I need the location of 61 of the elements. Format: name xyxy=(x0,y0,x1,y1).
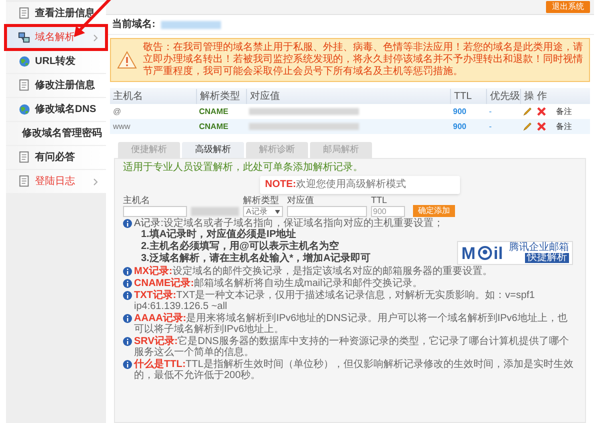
document-icon xyxy=(18,79,31,92)
host-input[interactable] xyxy=(123,206,187,217)
tab[interactable]: 高级解析 xyxy=(182,142,244,158)
note-link[interactable]: 备注 xyxy=(556,106,572,118)
warning-text: 敬告：在我司管理的域名禁止用于私服、外挂、病毒、色情等非法应用！若您的域名是此类用途，请立即办理域名转出！若被我司监控系统发现的，将永久封停该域名并不予办理转出和退款！同时视情节严重程度，我司可能会采取停止会员号下所有域名及主机等惩罚措施。 xyxy=(143,42,583,78)
step-text: 2.主机名必须填写，用@可以表示主机名为空 xyxy=(141,241,340,252)
note-label: NOTE: xyxy=(265,179,296,190)
tip-text: TXT记录:TXT是一种文本记录，仅用于描述域名记录信息，对解析无实质影响。如：v=spf1 ip4:61.139.126.5 ~all xyxy=(134,290,536,312)
delete-icon[interactable] xyxy=(537,107,546,116)
warning-icon xyxy=(117,51,137,69)
tip-text: CNAME记录:邮箱域名解析将自动生成mail记录和邮件交换记录。 xyxy=(134,278,422,289)
network-icon xyxy=(18,31,31,44)
info-icon xyxy=(123,337,132,346)
table-cell-text: www xyxy=(112,120,132,132)
table-cell-text: @ xyxy=(112,106,122,118)
sidebar-item[interactable]: 登陆日志 xyxy=(6,170,106,193)
info-icon xyxy=(123,279,132,288)
tip-text: AAAA记录:是用来将域名解析到IPv6地址的DNS记录。用户可以将一个域名解析到IPv6地址上，也可以将子域名解析到IPv6地址上。 xyxy=(134,313,568,335)
field-label: TTL xyxy=(371,195,388,206)
info-icon xyxy=(123,360,132,369)
column-header: 主机名 xyxy=(112,90,144,104)
note-link[interactable]: 备注 xyxy=(556,120,572,132)
table-cell-text: CNAME xyxy=(198,120,230,132)
info-icon xyxy=(123,314,132,323)
intro-text: 适用于专业人员设置解析，此处可单条添加解析记录。 xyxy=(123,162,364,174)
table-cell-text: CNAME xyxy=(198,106,230,118)
tip-text: 什么是TTL:TTL是指解析生效时间（单位秒），但仅影响解析记录修改的生效时间，添加是实时生效的，最低不允许低于200秒。 xyxy=(134,359,574,381)
info-icon xyxy=(123,267,132,276)
type-select[interactable]: A记录 xyxy=(243,206,283,217)
tip-text: MX记录:设定域名的邮件交换记录，是指定该域名对应的邮箱服务器的重要设置。 xyxy=(134,266,492,277)
document-icon xyxy=(18,175,31,188)
info-icon xyxy=(123,219,132,228)
blurred-suffix xyxy=(191,207,239,216)
document-icon xyxy=(18,151,31,164)
step-text: 3.泛域名解析，请在主机名处输入*，增加A记录即可 xyxy=(141,253,370,265)
table-cell-text: - xyxy=(488,120,493,132)
domain-label: 当前域名: xyxy=(112,18,156,32)
field-label: 主机名 xyxy=(123,195,151,206)
field-label: 对应值 xyxy=(287,195,315,206)
document-icon xyxy=(18,7,31,20)
dropdown-caret-icon xyxy=(275,210,280,214)
sidebar-item[interactable]: 修改域名DNS xyxy=(6,98,106,121)
note-text: 欢迎您使用高级解析模式 xyxy=(296,179,406,190)
tip-text: SRV记录:它是DNS服务器的数据库中支持的一种资源记录的类型，它记录了哪台计算机提供了哪个服务这么一个简单的信息。 xyxy=(134,336,570,358)
sidebar-item[interactable]: 修改域名管理密码 xyxy=(6,122,106,145)
blurred-domain xyxy=(161,20,222,28)
sidebar-item[interactable]: 修改注册信息 xyxy=(6,74,106,97)
field-label: 解析类型 xyxy=(243,195,280,206)
a-record-text: A记录:设定域名或者子域名指向，保证域名指向对应的主机重要设置； xyxy=(134,218,444,229)
table-cell-text: - xyxy=(488,106,493,118)
table-cell-text: 900 xyxy=(452,120,468,132)
step-text: 1.填A记录时，对应值必须是IP地址 xyxy=(141,229,298,240)
globe-icon xyxy=(18,103,31,116)
delete-icon[interactable] xyxy=(537,122,546,131)
sidebar-item[interactable]: URL转发 xyxy=(6,50,106,73)
value-input[interactable] xyxy=(287,206,367,217)
table-row[interactable]: www CNAME 900 - 备注 xyxy=(110,119,590,134)
table-cell-text: 900 xyxy=(452,106,468,118)
info-icon xyxy=(123,291,132,300)
sidebar-item[interactable]: 有问必答 xyxy=(6,146,106,169)
globe-icon xyxy=(18,55,31,68)
